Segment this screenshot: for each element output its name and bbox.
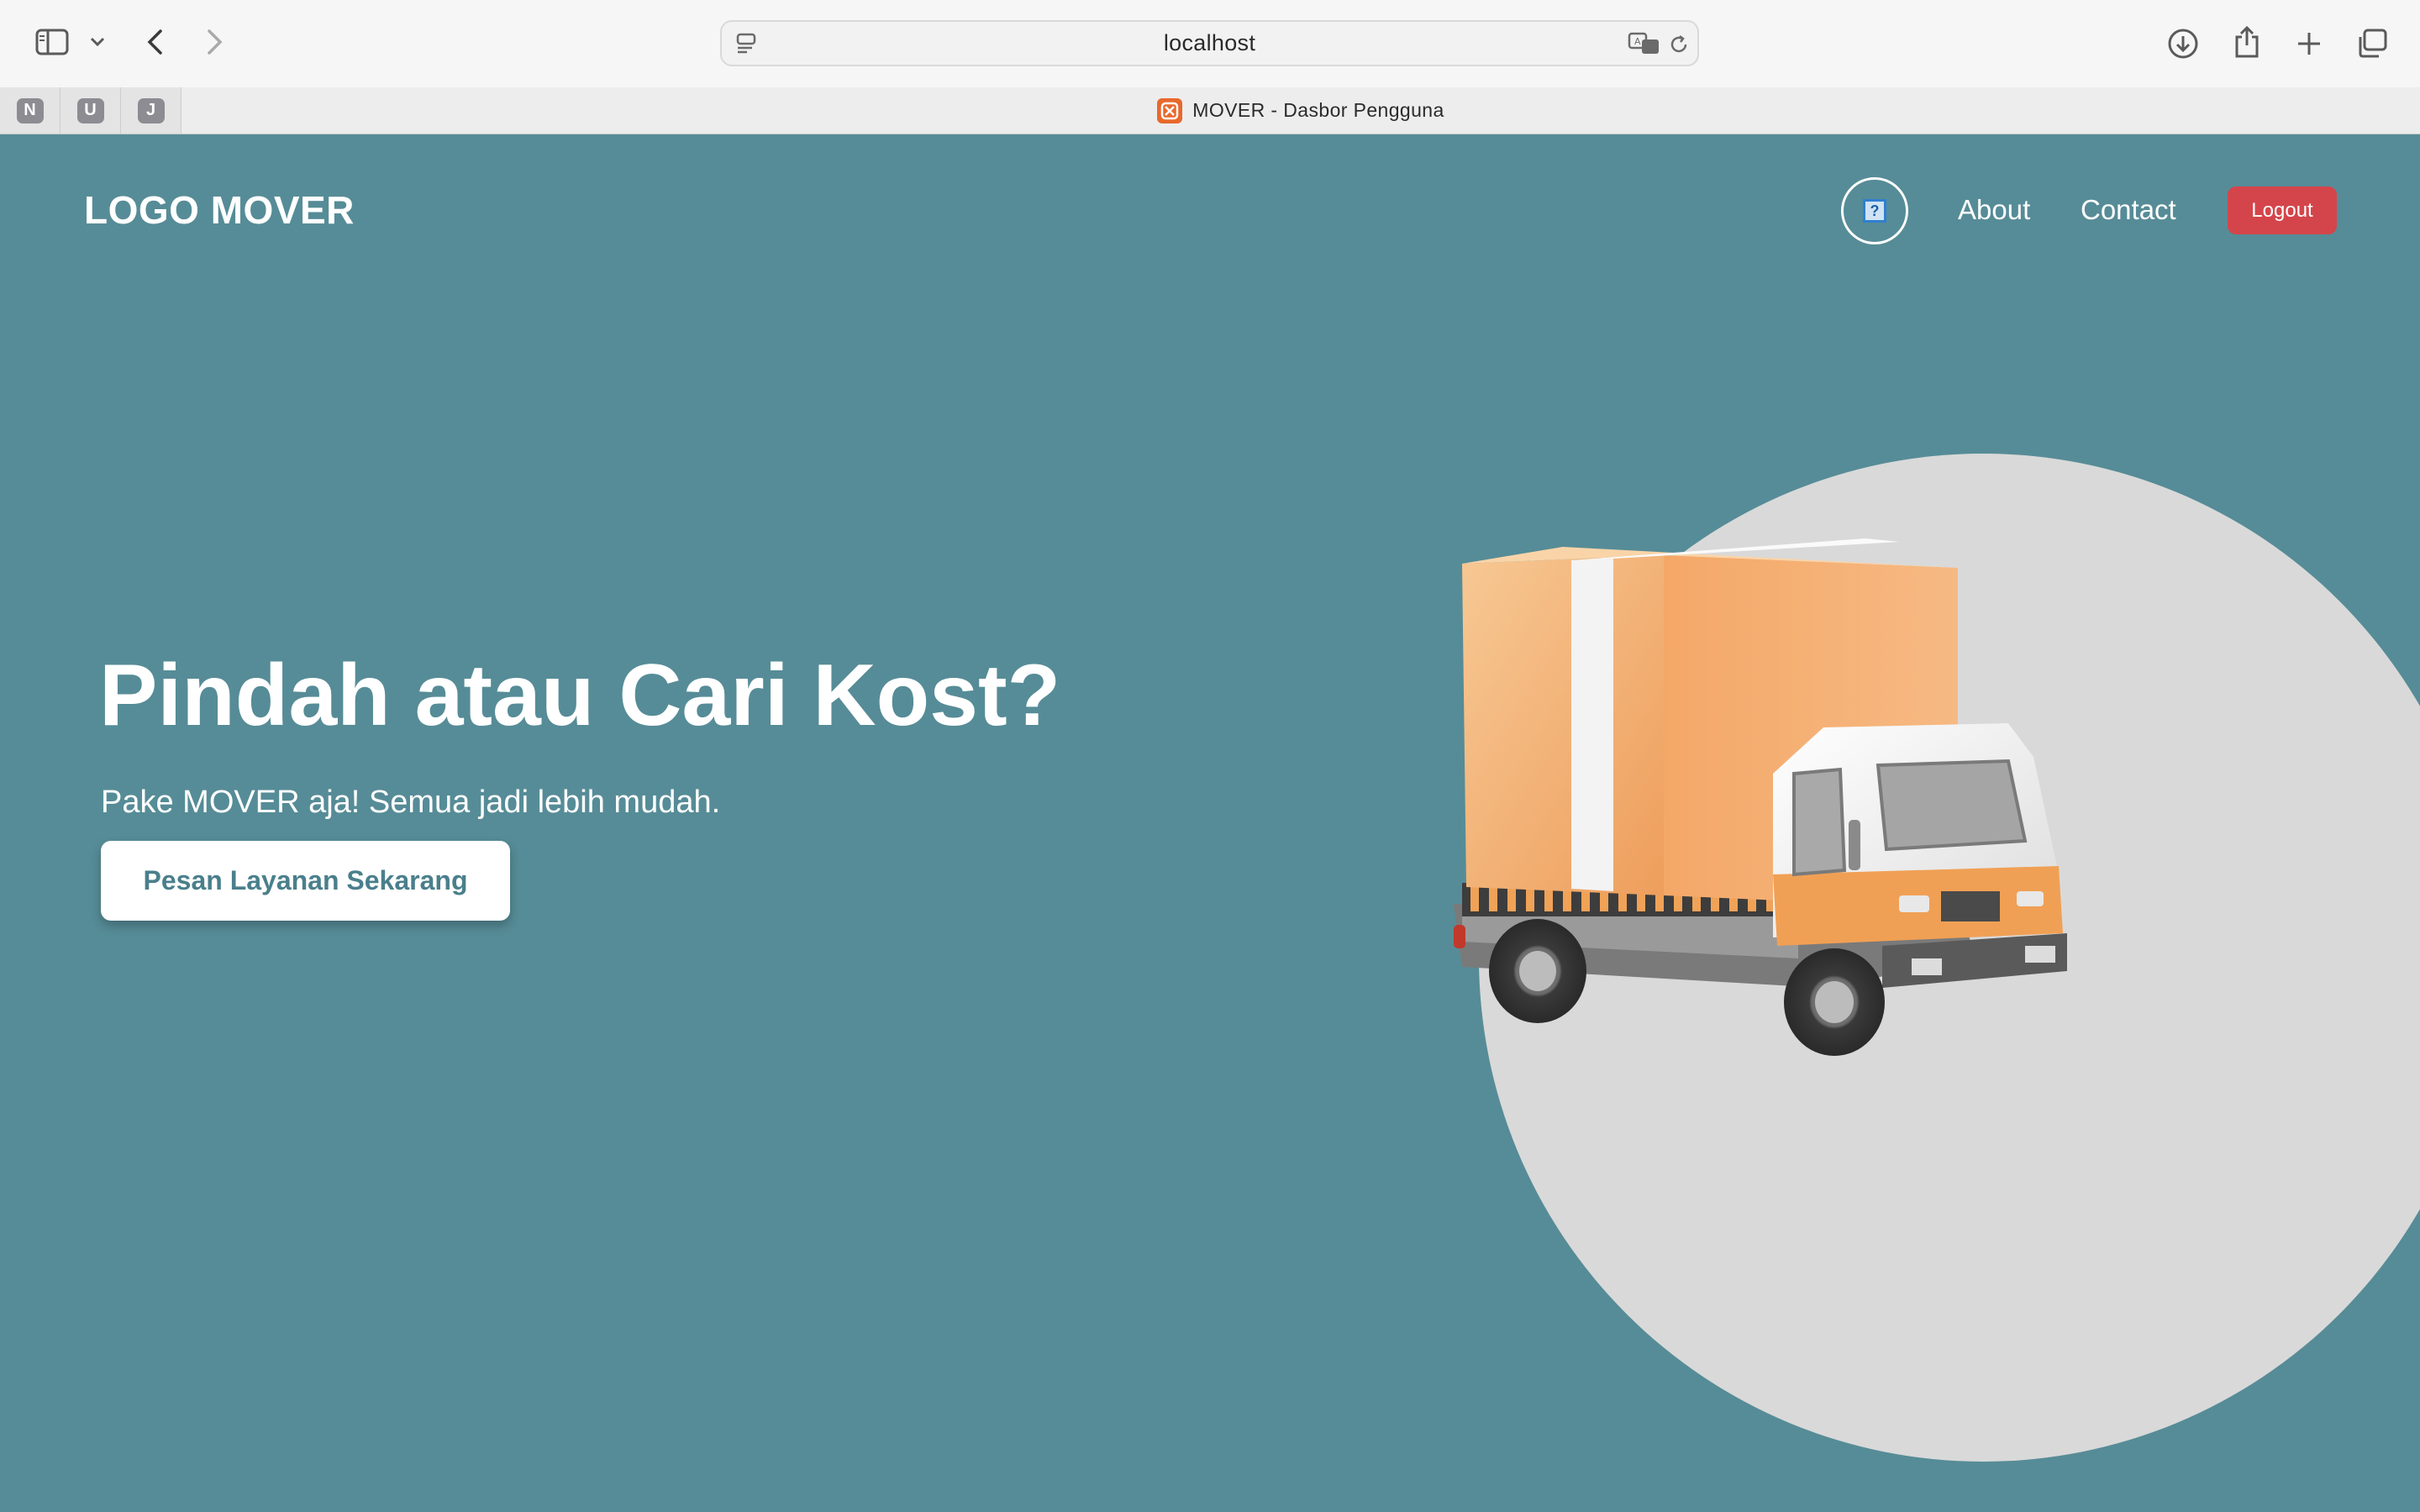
moving-truck-illustration: [1454, 538, 2067, 1056]
pinned-tab[interactable]: N: [0, 87, 60, 134]
hero-subtitle: Pake MOVER aja! Semua jadi lebih mudah.: [101, 785, 721, 820]
chevron-down-icon[interactable]: [87, 32, 108, 52]
active-tab[interactable]: MOVER - Dasbor Pengguna: [182, 87, 2420, 134]
browser-toolbar: localhost A: [0, 0, 2420, 87]
tab-overview-icon[interactable]: [2354, 27, 2390, 60]
nav-link-about[interactable]: About: [1958, 194, 2030, 226]
download-icon[interactable]: [2166, 27, 2200, 60]
forward-icon[interactable]: [202, 25, 229, 59]
back-icon[interactable]: [141, 25, 168, 59]
logout-button[interactable]: Logout: [2228, 186, 2337, 234]
translate-icon[interactable]: A: [1627, 30, 1662, 57]
help-icon: ?: [1863, 199, 1886, 223]
pinned-tab-badge: N: [16, 97, 44, 123]
sidebar-toggle-icon[interactable]: [34, 27, 71, 57]
pinned-tab-badge: J: [137, 97, 165, 123]
reload-icon[interactable]: [1666, 32, 1691, 57]
page-content: LOGO MOVER ? About Contact Logout Pindah…: [0, 135, 2420, 1512]
hero-title: Pindah atau Cari Kost?: [99, 647, 1061, 744]
pinned-tab[interactable]: J: [121, 87, 182, 134]
url-text: localhost: [1163, 30, 1256, 55]
svg-text:A: A: [1634, 36, 1641, 47]
new-tab-icon[interactable]: [2292, 27, 2326, 60]
nav-link-contact[interactable]: Contact: [2081, 194, 2176, 226]
xampp-favicon-icon: [1157, 97, 1183, 123]
tab-strip: N U J MOVER - Dasbor Pengguna: [0, 87, 2420, 134]
pinned-tab[interactable]: U: [60, 87, 121, 134]
order-service-button[interactable]: Pesan Layanan Sekarang: [101, 841, 510, 921]
share-icon[interactable]: [2230, 24, 2264, 60]
logo[interactable]: LOGO MOVER: [84, 187, 355, 233]
tab-title: MOVER - Dasbor Pengguna: [1192, 99, 1444, 121]
help-button[interactable]: ?: [1841, 177, 1908, 244]
address-bar[interactable]: localhost A: [720, 20, 1699, 66]
pinned-tab-badge: U: [76, 97, 104, 123]
